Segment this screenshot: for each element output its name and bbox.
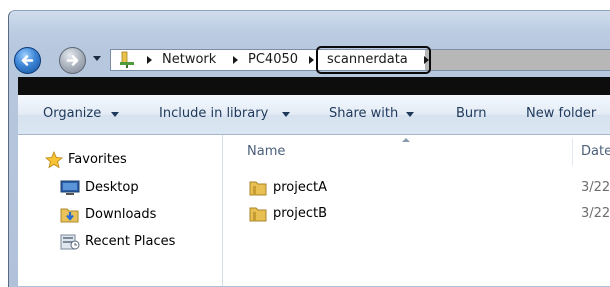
breadcrumb-network[interactable]: Network	[162, 51, 216, 69]
breadcrumb-separator[interactable]	[309, 56, 314, 64]
nav-downloads[interactable]: Downloads	[85, 205, 156, 225]
file-date: 3/22	[581, 180, 610, 195]
burn-button[interactable]: Burn	[456, 105, 487, 123]
recent-places-icon	[60, 234, 80, 250]
back-button[interactable]	[14, 47, 41, 74]
file-name[interactable]: projectB	[273, 203, 327, 225]
include-in-library-button[interactable]: Include in library	[159, 105, 268, 123]
nav-desktop[interactable]: Desktop	[85, 178, 139, 198]
forward-arrow-icon	[66, 55, 79, 66]
desktop-icon	[60, 180, 80, 195]
nav-favorites[interactable]: Favorites	[68, 150, 127, 170]
organize-dropdown-icon	[111, 112, 119, 117]
share-with-button[interactable]: Share with	[329, 105, 398, 123]
file-name[interactable]: projectA	[273, 177, 327, 199]
nav-recent-places[interactable]: Recent Places	[85, 232, 175, 252]
breadcrumb-pc4050[interactable]: PC4050	[248, 51, 298, 69]
annotation-highlight-box	[316, 46, 431, 74]
folder-icon	[249, 207, 267, 222]
column-header-date[interactable]: Date	[581, 143, 610, 161]
column-header-name[interactable]: Name	[247, 143, 285, 161]
sort-ascending-icon	[402, 138, 410, 142]
organize-button[interactable]: Organize	[43, 105, 101, 123]
recent-pages-dropdown[interactable]	[93, 56, 101, 61]
network-folder-icon	[120, 51, 134, 68]
title-bar[interactable]	[9, 11, 610, 49]
back-arrow-icon	[21, 55, 34, 66]
file-date: 3/22	[581, 206, 610, 221]
address-bar-empty-area[interactable]	[425, 50, 610, 70]
folder-icon	[249, 181, 267, 196]
star-icon	[45, 151, 63, 169]
breadcrumb-separator[interactable]	[233, 56, 238, 64]
toolbar-divider-band	[18, 77, 610, 95]
breadcrumb-separator[interactable]	[147, 56, 152, 64]
forward-button[interactable]	[59, 47, 86, 74]
share-with-dropdown-icon	[406, 112, 414, 117]
new-folder-button[interactable]: New folder	[526, 105, 596, 123]
command-bar	[18, 95, 610, 135]
downloads-icon	[60, 208, 79, 223]
include-in-library-dropdown-icon	[282, 112, 290, 117]
column-divider[interactable]	[572, 138, 573, 166]
